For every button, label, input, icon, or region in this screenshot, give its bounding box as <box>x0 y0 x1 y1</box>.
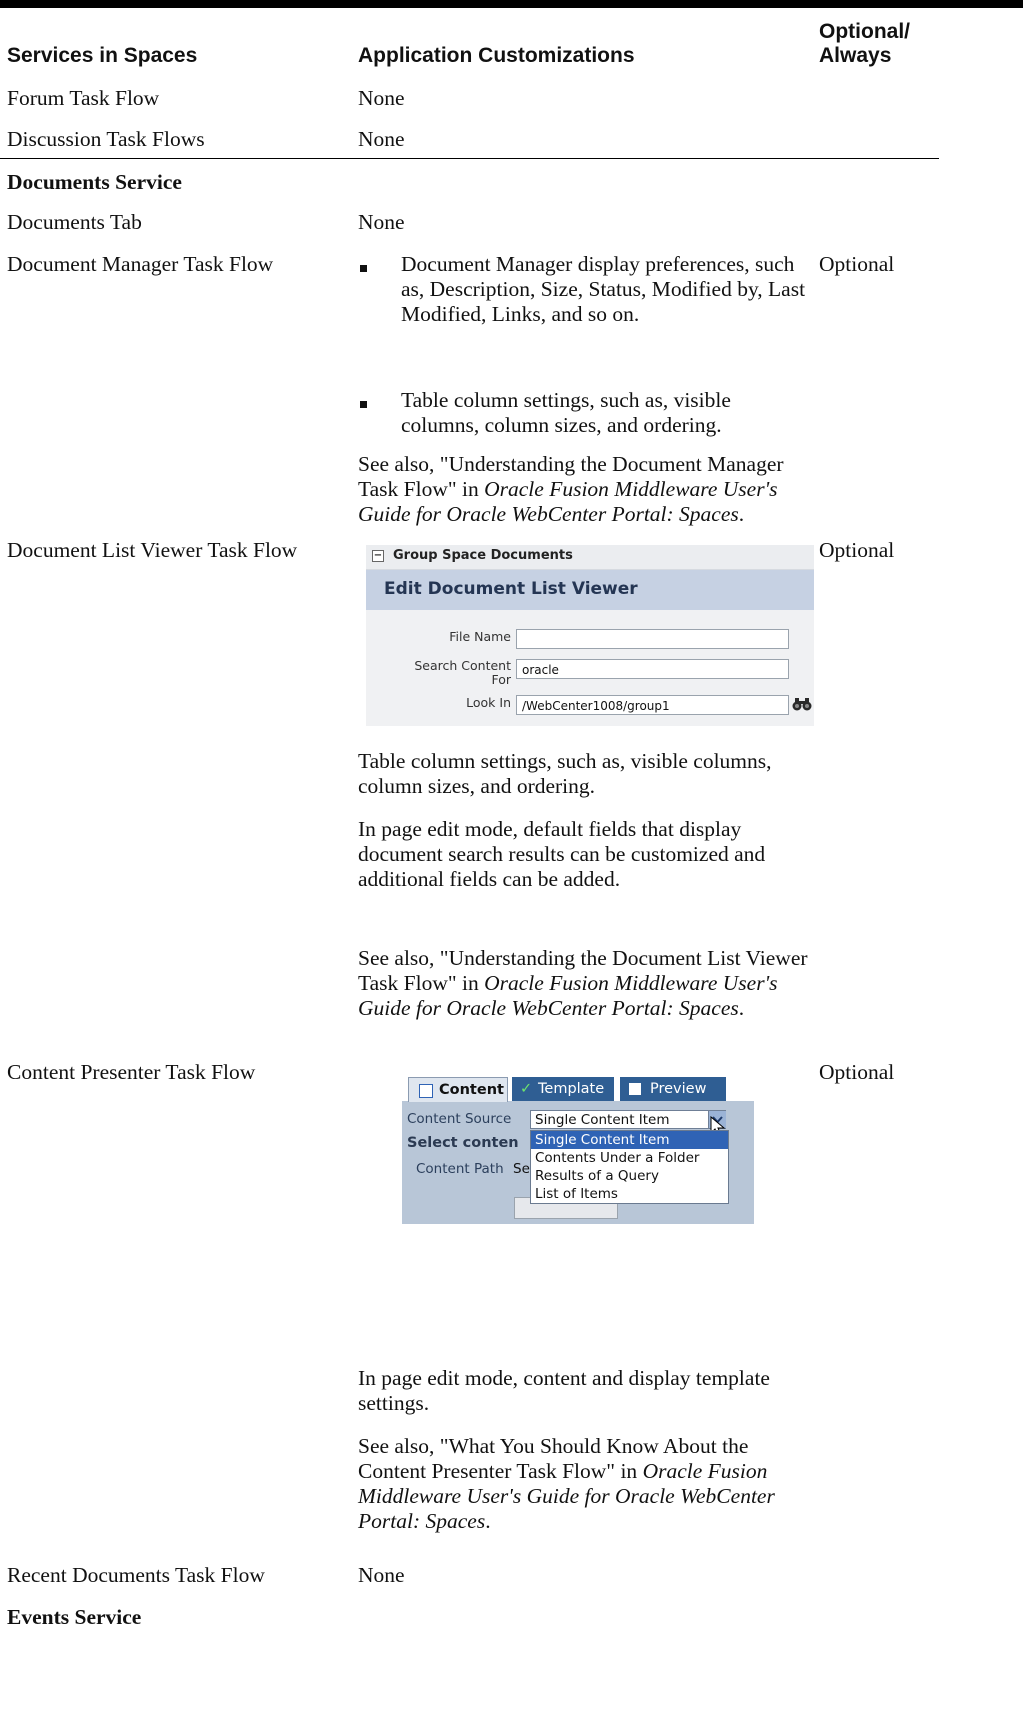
document-list-viewer-screenshot: − Group Space Documents Edit Document Li… <box>366 545 814 726</box>
service-forum: Forum Task Flow <box>7 86 160 110</box>
column-header-optional-line1: Optional/ <box>819 20 910 43</box>
section-heading-documents: Documents Service <box>7 170 182 194</box>
section-heading-events: Events Service <box>7 1605 142 1629</box>
panel-title: Group Space Documents <box>393 548 573 563</box>
doc-list-viewer-see-also: See also, "Understanding the Document Li… <box>358 946 818 1021</box>
column-header-customizations: Application Customizations <box>358 44 635 67</box>
content-source-label: Content Source <box>407 1111 512 1127</box>
bullet-marker <box>360 265 367 272</box>
service-documents-tab: Documents Tab <box>7 210 142 234</box>
tab-content-label: Content <box>439 1082 504 1098</box>
content-path-label: Content Path <box>416 1161 504 1177</box>
tab-preview-label: Preview <box>650 1081 707 1097</box>
tab-template-label: Template <box>538 1081 605 1097</box>
search-label-line2: For <box>491 672 511 687</box>
optional-content-presenter: Optional <box>819 1060 895 1084</box>
check-icon: ✓ <box>520 1081 533 1097</box>
optional-document-manager: Optional <box>819 252 895 276</box>
doc-list-viewer-para-1: Table column settings, such as, visible … <box>358 749 772 798</box>
content-presenter-screenshot: Content ✓ Template Preview Content Sourc… <box>402 1075 754 1224</box>
search-content-input[interactable]: oracle <box>516 659 789 679</box>
file-name-input[interactable] <box>516 629 789 649</box>
content-path-value: Se <box>513 1161 530 1177</box>
search-label-line1: Search Content <box>414 658 511 673</box>
header-rule <box>0 0 1023 8</box>
doc-manager-bullet-2: Table column settings, such as, visible … <box>401 388 731 437</box>
tab-strip: Content ✓ Template Preview <box>402 1075 754 1102</box>
content-presenter-see-also: See also, "What You Should Know About th… <box>358 1434 818 1534</box>
customization-forum: None <box>358 86 405 110</box>
panel-header: − Group Space Documents <box>366 545 814 570</box>
look-in-label: Look In <box>466 695 511 710</box>
file-name-label: File Name <box>449 629 511 644</box>
content-source-menu: Single Content Item Contents Under a Fol… <box>530 1130 729 1204</box>
optional-document-list-viewer: Optional <box>819 538 895 562</box>
look-in-input[interactable]: /WebCenter1008/group1 <box>516 695 789 715</box>
select-content-label: Select conten <box>407 1135 519 1151</box>
see-also-end: . <box>738 502 745 526</box>
tab-content[interactable]: Content <box>408 1077 508 1102</box>
service-discussion: Discussion Task Flows <box>7 127 205 151</box>
tab-template[interactable]: ✓ Template <box>512 1077 614 1101</box>
edit-title: Edit Document List Viewer <box>384 579 638 599</box>
doc-manager-bullet-1: Document Manager display preferences, su… <box>401 252 806 326</box>
search-content-label: Search Content For <box>406 659 511 687</box>
column-header-optional-line2: Always <box>819 44 892 67</box>
service-recent-documents: Recent Documents Task Flow <box>7 1563 265 1587</box>
preview-icon <box>629 1083 641 1095</box>
see-also-end: . <box>485 1509 491 1533</box>
customization-discussion: None <box>358 127 405 151</box>
bullet-marker <box>360 401 367 408</box>
edit-header: Edit Document List Viewer <box>366 570 814 610</box>
section-divider <box>0 158 939 159</box>
service-document-list-viewer: Document List Viewer Task Flow <box>7 538 298 562</box>
checkbox-icon <box>419 1084 433 1098</box>
doc-list-viewer-para-2: In page edit mode, default fields that d… <box>358 817 766 891</box>
doc-manager-see-also: See also, "Understanding the Document Ma… <box>358 452 818 527</box>
column-header-optional: Optional/ Always <box>819 20 910 68</box>
tab-preview[interactable]: Preview <box>620 1077 726 1101</box>
content-presenter-para-1: In page edit mode, content and display t… <box>358 1366 770 1415</box>
customization-recent-documents: None <box>358 1563 405 1587</box>
customization-documents-tab: None <box>358 210 405 234</box>
column-header-services: Services in Spaces <box>7 44 198 67</box>
service-document-manager: Document Manager Task Flow <box>7 252 274 276</box>
menu-item[interactable]: List of Items <box>531 1185 728 1203</box>
service-content-presenter: Content Presenter Task Flow <box>7 1060 256 1084</box>
collapse-icon[interactable]: − <box>372 550 384 562</box>
see-also-end: . <box>738 996 745 1020</box>
menu-item[interactable]: Contents Under a Folder <box>531 1149 728 1167</box>
menu-item[interactable]: Single Content Item <box>531 1131 728 1149</box>
binoculars-icon[interactable] <box>791 697 813 711</box>
content-source-select[interactable]: Single Content Item <box>530 1110 726 1129</box>
form-body: File Name Search Content For oracle Look… <box>366 610 814 726</box>
menu-item[interactable]: Results of a Query <box>531 1167 728 1185</box>
